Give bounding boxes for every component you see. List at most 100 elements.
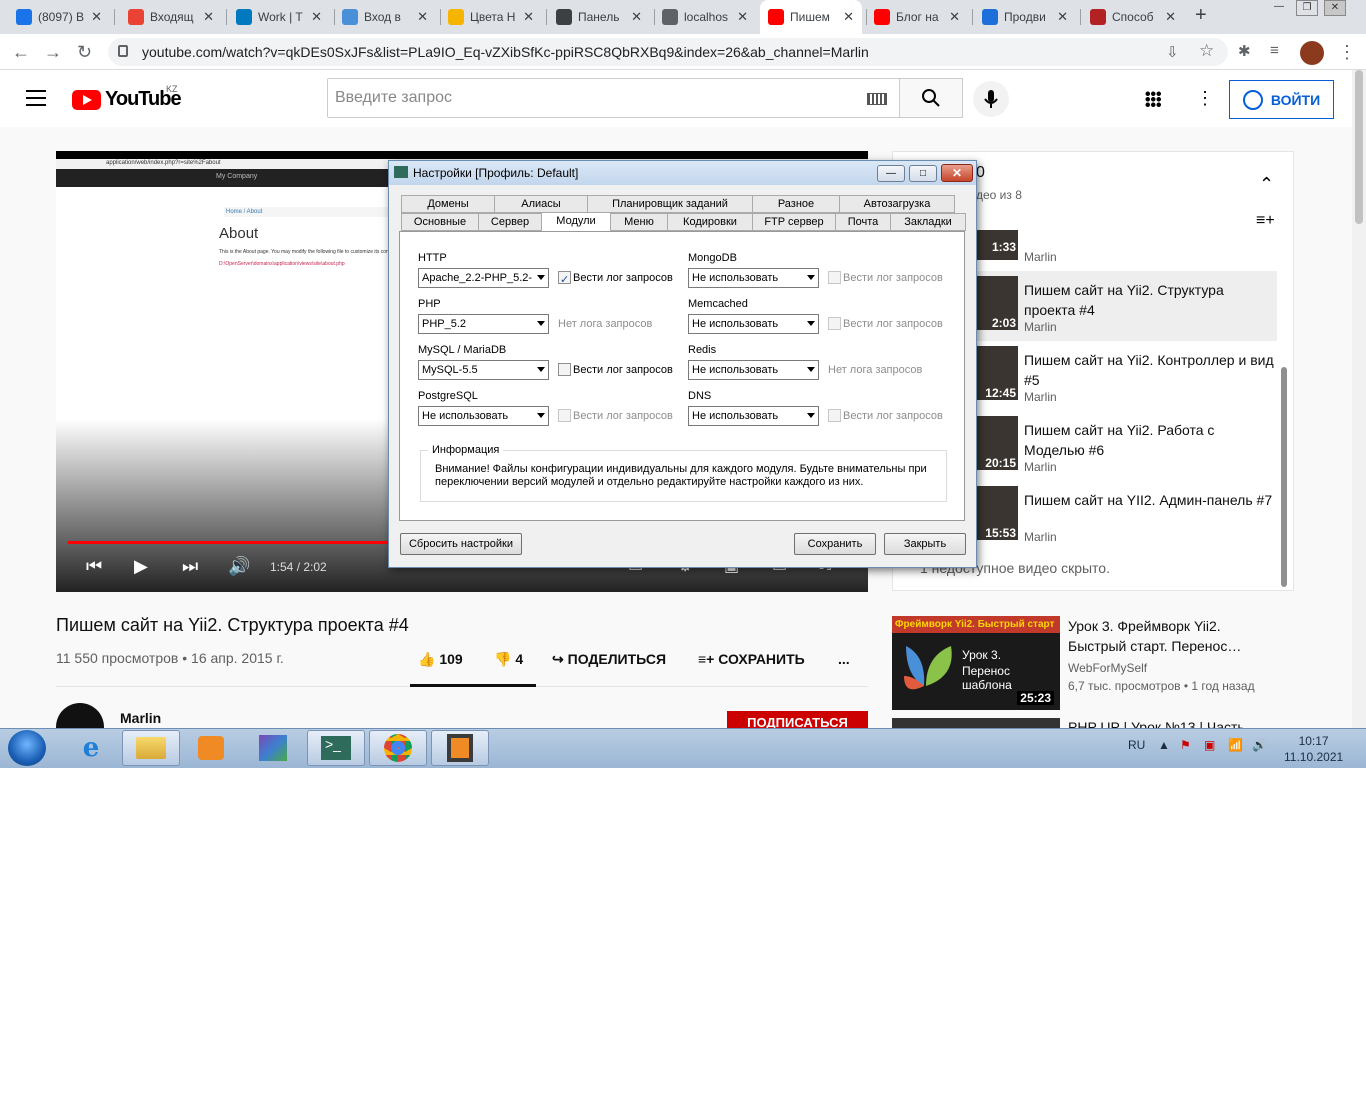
redis-select[interactable]: Не использовать bbox=[688, 360, 819, 380]
tab-close-icon[interactable]: ✕ bbox=[523, 9, 534, 25]
open-server-terminal-icon[interactable]: >_ bbox=[307, 730, 365, 766]
apps-grid-icon[interactable] bbox=[1145, 91, 1161, 107]
browser-menu-icon[interactable]: ⋮ bbox=[1338, 42, 1356, 63]
channel-name[interactable]: Marlin bbox=[120, 710, 161, 726]
save-settings-button[interactable]: Сохранить bbox=[794, 533, 876, 555]
action-center-icon[interactable]: ⚑ bbox=[1180, 738, 1191, 752]
keyboard-icon[interactable] bbox=[867, 93, 887, 105]
mongo-log-checkbox[interactable] bbox=[828, 271, 841, 284]
mongo-select[interactable]: Не использовать bbox=[688, 268, 819, 288]
forward-icon[interactable]: → bbox=[44, 42, 62, 63]
volume-icon[interactable]: 🔊 bbox=[228, 556, 250, 577]
dialog-tab[interactable]: Закладки bbox=[890, 213, 966, 231]
playlist-item-title[interactable]: Пишем сайт на YII2. Админ-панель #7 bbox=[1024, 490, 1274, 510]
dialog-tab[interactable]: Меню bbox=[610, 213, 668, 231]
lock-icon[interactable] bbox=[118, 45, 128, 57]
recommended-channel[interactable]: WebForMySelf bbox=[1068, 661, 1147, 675]
pgsql-log-checkbox[interactable] bbox=[558, 409, 571, 422]
show-hidden-icons-icon[interactable]: ▲ bbox=[1158, 738, 1170, 752]
http-log-checkbox[interactable] bbox=[558, 271, 571, 284]
recommended-title-2[interactable]: PHP UP | Урок №13 | Часть bbox=[1068, 718, 1268, 728]
browser-tab[interactable]: (8097) В ✕ bbox=[8, 0, 110, 34]
dialog-minimize-icon[interactable]: — bbox=[877, 165, 905, 182]
play-icon[interactable]: ▶ bbox=[134, 556, 148, 577]
close-window-icon[interactable]: ✕ bbox=[1324, 0, 1346, 16]
more-actions-icon[interactable]: ... bbox=[838, 651, 850, 667]
tab-close-icon[interactable]: ✕ bbox=[631, 9, 642, 25]
dialog-tab[interactable]: Модули bbox=[541, 212, 611, 232]
dialog-tab[interactable]: Почта bbox=[835, 213, 891, 231]
recommended-thumbnail[interactable]: Фреймворк Yii2. Быстрый старт Урок 3. Пе… bbox=[892, 616, 1060, 710]
subscribe-button[interactable]: ПОДПИСАТЬСЯ bbox=[727, 711, 868, 728]
mysql-log-checkbox[interactable] bbox=[558, 363, 571, 376]
playlist-thumbnail[interactable]: 20:15 bbox=[976, 416, 1018, 470]
playlist-thumbnail[interactable]: 15:53 bbox=[976, 486, 1018, 540]
search-button[interactable] bbox=[899, 78, 963, 118]
dns-log-checkbox[interactable] bbox=[828, 409, 841, 422]
browser-tab[interactable]: localhos ✕ bbox=[654, 0, 756, 34]
extensions-icon[interactable]: ✱ bbox=[1238, 42, 1251, 60]
save-to-playlist-button[interactable]: ≡+ СОХРАНИТЬ bbox=[698, 651, 805, 667]
browser-tab[interactable]: Пишем ✕ bbox=[760, 0, 862, 34]
dialog-maximize-icon[interactable]: □ bbox=[909, 165, 937, 182]
reset-settings-button[interactable]: Сбросить настройки bbox=[400, 533, 522, 555]
reload-icon[interactable]: ↻ bbox=[77, 42, 92, 63]
settings-more-icon[interactable]: ⋮ bbox=[1196, 88, 1214, 109]
dialog-tab[interactable]: Кодировки bbox=[667, 213, 753, 231]
media-player-icon[interactable] bbox=[182, 730, 240, 766]
bookmark-star-icon[interactable]: ☆ bbox=[1199, 41, 1214, 61]
playlist-options-icon[interactable]: ≡+ bbox=[1256, 212, 1275, 230]
dialog-tab[interactable]: Автозагрузка bbox=[839, 195, 955, 213]
dialog-tab[interactable]: Планировщик заданий bbox=[587, 195, 753, 213]
playlist-thumbnail[interactable]: 2:03 bbox=[976, 276, 1018, 330]
archive-app-icon[interactable] bbox=[244, 730, 302, 766]
file-explorer-icon[interactable] bbox=[122, 730, 180, 766]
profile-avatar[interactable] bbox=[1300, 41, 1324, 65]
tab-close-icon[interactable]: ✕ bbox=[1057, 9, 1068, 25]
volume-tray-icon[interactable]: 🔊 bbox=[1252, 738, 1267, 752]
memcached-log-checkbox[interactable] bbox=[828, 317, 841, 330]
browser-tab[interactable]: Цвета Н ✕ bbox=[440, 0, 542, 34]
dialog-tab[interactable]: Сервер bbox=[478, 213, 542, 231]
playlist-thumbnail[interactable]: 12:45 bbox=[976, 346, 1018, 400]
dialog-tab[interactable]: Алиасы bbox=[494, 195, 588, 213]
playlist-scrollbar[interactable] bbox=[1281, 367, 1287, 587]
previous-video-icon[interactable]: ⏮ bbox=[86, 556, 102, 577]
browser-tab[interactable]: Входящ ✕ bbox=[120, 0, 222, 34]
tab-close-icon[interactable]: ✕ bbox=[843, 9, 854, 25]
memcached-select[interactable]: Не использовать bbox=[688, 314, 819, 334]
collapse-playlist-icon[interactable]: ⌃ bbox=[1259, 174, 1274, 195]
new-tab-button[interactable]: + bbox=[1195, 4, 1207, 27]
restore-window-icon[interactable]: ❐ bbox=[1296, 0, 1318, 16]
next-video-icon[interactable]: ⏭ bbox=[182, 556, 198, 577]
browser-tab[interactable]: Способ ✕ bbox=[1082, 0, 1184, 34]
dislike-button[interactable]: 👎 4 bbox=[494, 651, 523, 668]
browser-tab[interactable]: Вход в ✕ bbox=[334, 0, 436, 34]
playlist-item-title[interactable]: Пишем сайт на Yii2. Структура проекта #4 bbox=[1024, 280, 1274, 320]
browser-tab[interactable]: Панель ✕ bbox=[548, 0, 650, 34]
sign-in-button[interactable]: ВОЙТИ bbox=[1229, 80, 1334, 119]
dialog-tab[interactable]: Домены bbox=[401, 195, 495, 213]
start-button[interactable] bbox=[8, 730, 46, 766]
share-button[interactable]: ↪ ПОДЕЛИТЬСЯ bbox=[552, 651, 666, 668]
dialog-tab[interactable]: Разное bbox=[752, 195, 840, 213]
search-input[interactable]: Введите запрос bbox=[327, 78, 900, 118]
playlist-thumbnail[interactable]: 1:33 bbox=[976, 230, 1018, 260]
tab-close-icon[interactable]: ✕ bbox=[417, 9, 428, 25]
tab-close-icon[interactable]: ✕ bbox=[91, 9, 102, 25]
page-scrollbar-thumb[interactable] bbox=[1355, 70, 1363, 224]
address-input[interactable]: youtube.com/watch?v=qkDEs0SxJFs&list=PLa… bbox=[108, 38, 1228, 66]
security-shield-icon[interactable]: ▣ bbox=[1204, 738, 1215, 752]
like-button[interactable]: 👍 109 bbox=[418, 651, 463, 668]
tab-close-icon[interactable]: ✕ bbox=[1165, 9, 1176, 25]
http-select[interactable]: Apache_2.2-PHP_5.2- bbox=[418, 268, 549, 288]
youtube-logo[interactable]: YouTube bbox=[72, 88, 182, 111]
playlist-item-title[interactable]: Пишем сайт на Yii2. Работа с Моделью #6 bbox=[1024, 420, 1274, 460]
install-icon[interactable]: ⇩ bbox=[1166, 43, 1179, 61]
dialog-tab[interactable]: Основные bbox=[401, 213, 479, 231]
hamburger-menu-icon[interactable] bbox=[26, 90, 46, 92]
dialog-tab[interactable]: FTP сервер bbox=[752, 213, 836, 231]
internet-explorer-icon[interactable]: e bbox=[62, 730, 120, 766]
tab-close-icon[interactable]: ✕ bbox=[949, 9, 960, 25]
pgsql-select[interactable]: Не использовать bbox=[418, 406, 549, 426]
